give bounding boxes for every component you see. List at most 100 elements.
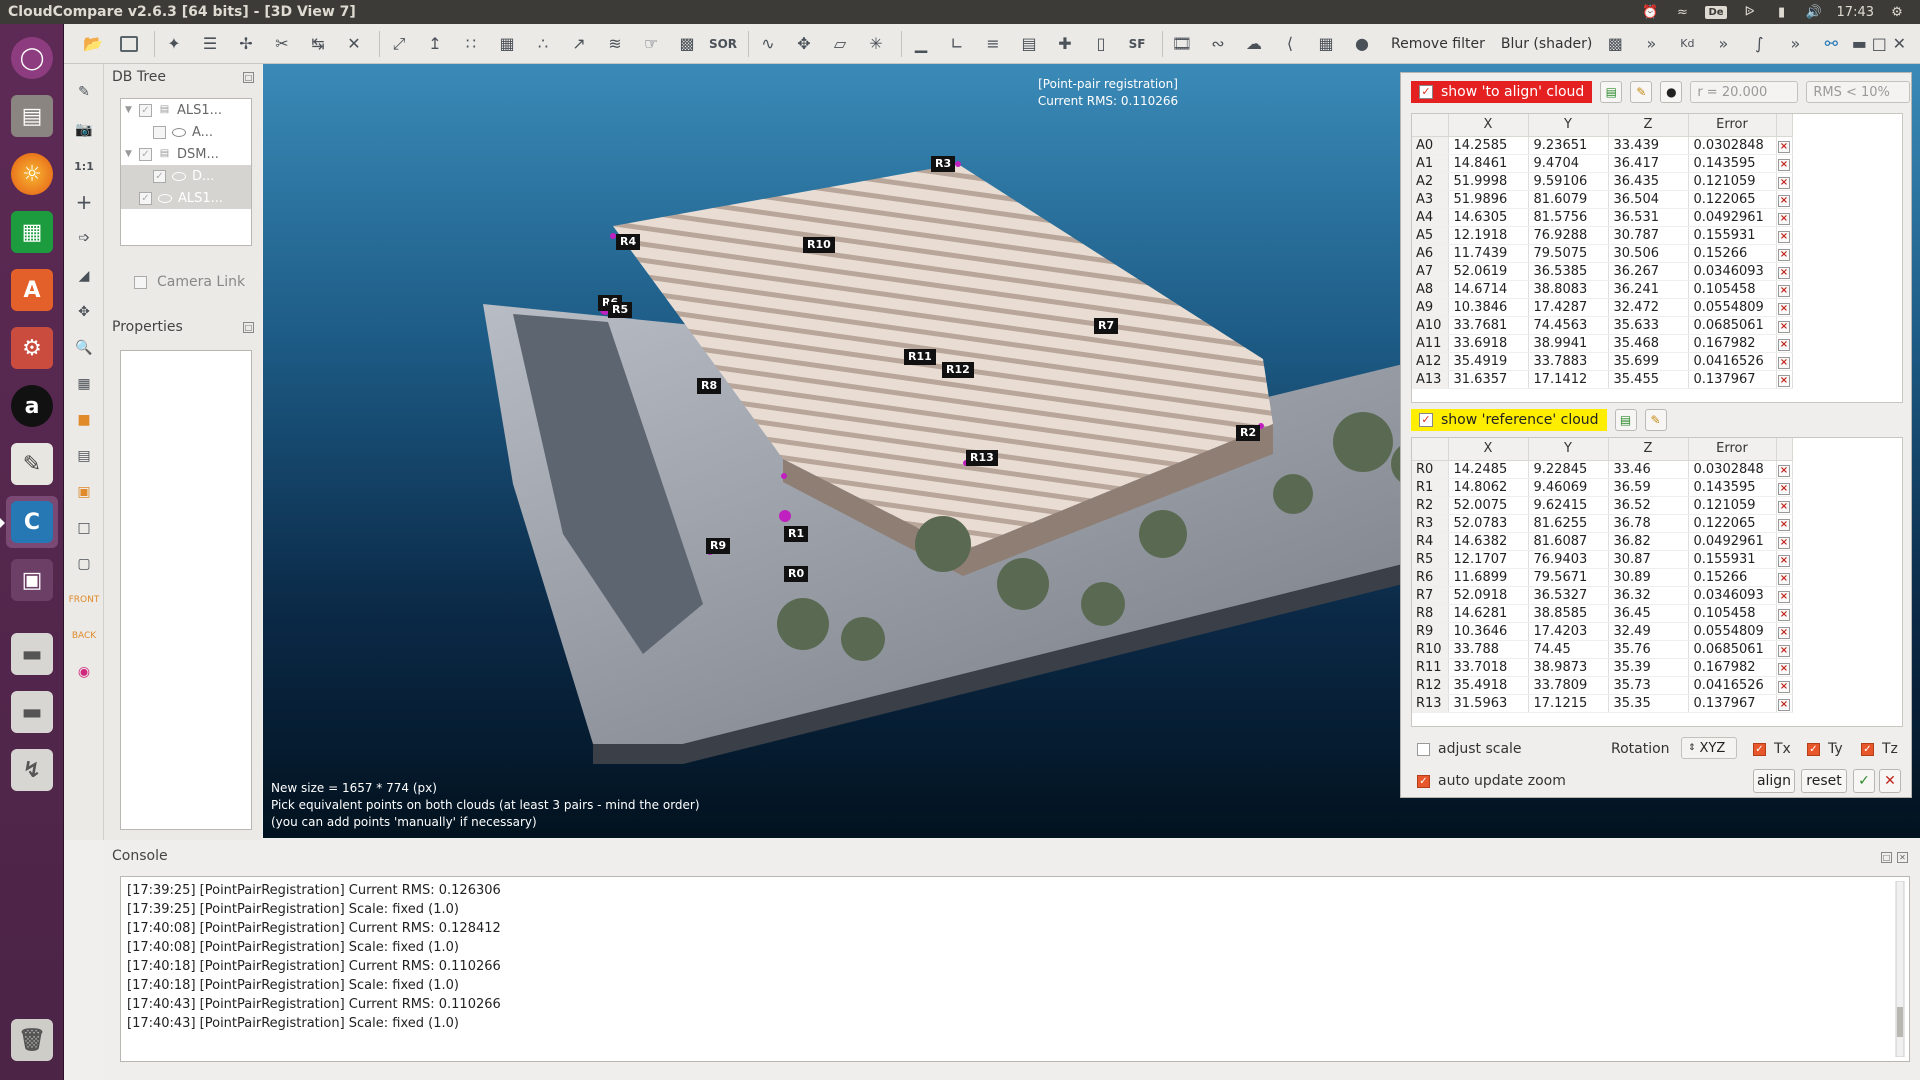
remove-point-icon[interactable]: × [1778,230,1790,243]
remove-point-icon[interactable]: × [1778,140,1790,153]
auto-update-zoom-option[interactable]: ✓ auto update zoom [1417,773,1566,789]
axis-icon[interactable]: ✳ [861,29,891,59]
row-header[interactable]: R6 [1412,568,1449,587]
table-row[interactable]: R0 14.2485 9.22845 33.46 0.0302848 × [1412,460,1793,479]
row-header[interactable]: A8 [1412,280,1449,299]
row-header[interactable]: A7 [1412,262,1449,281]
one-to-one-icon[interactable]: 1:1 [72,154,96,178]
visibility-checkbox[interactable] [153,125,166,139]
curve-icon[interactable]: ∿ [753,29,783,59]
align-points-table[interactable]: X Y Z Error A0 14.2585 9.23651 33.439 0.0302… [1411,113,1903,403]
table-row[interactable]: A8 14.6714 38.8083 36.241 0.105458 × [1412,280,1793,299]
show-reference-checkbox[interactable]: ✓ [1419,413,1433,427]
view-left-icon[interactable]: ▤ [72,444,96,468]
plane-icon[interactable]: ▱ [825,29,855,59]
table-row[interactable]: R8 14.6281 38.8585 36.45 0.105458 × [1412,604,1793,623]
kd-icon[interactable]: Kd [1672,29,1702,59]
row-header[interactable]: A4 [1412,208,1449,227]
pointer-icon[interactable]: ☞ [636,29,666,59]
row-header[interactable]: A10 [1412,316,1449,335]
add-sf-icon[interactable]: ✚ [1050,29,1080,59]
tz-option[interactable]: ✓ Tz [1861,741,1898,757]
table-row[interactable]: R4 14.6382 81.6087 36.82 0.0492961 × [1412,532,1793,551]
panel-close-icon[interactable]: ✕ [1897,852,1908,863]
launcher-calc[interactable]: ▦ [6,206,58,258]
remove-point-icon[interactable]: × [1778,464,1790,477]
alarm-clock-icon[interactable]: ⏰ [1641,3,1659,21]
bracket-icon[interactable]: ⟨ [1275,29,1305,59]
table-row[interactable]: R3 52.0783 81.6255 36.78 0.122065 × [1412,514,1793,533]
auto-update-zoom-checkbox[interactable]: ✓ [1417,774,1430,788]
remove-point-icon[interactable]: × [1778,644,1790,657]
close-icon[interactable]: ✕ [1892,29,1906,59]
blur-shader-button[interactable]: Blur (shader) [1493,36,1601,52]
open-icon[interactable]: 📂 [78,29,108,59]
save-icon[interactable] [114,29,144,59]
panel-float-icon[interactable]: □ [1881,852,1892,863]
adjust-scale-option[interactable]: adjust scale [1417,741,1522,757]
view-top-icon[interactable]: ▦ [72,372,96,396]
tree-item[interactable]: ✓ D... [121,165,251,187]
table-row[interactable]: A2 51.9998 9.59106 36.435 0.121059 × [1412,172,1793,191]
remove-point-icon[interactable]: × [1778,320,1790,333]
row-header[interactable]: A1 [1412,154,1449,173]
sphere-icon[interactable]: ● [1660,81,1683,103]
launcher-dash[interactable]: ◯ [6,32,58,84]
table-row[interactable]: R13 31.5963 17.1215 35.35 0.137967 × [1412,694,1793,713]
cancel-x-icon[interactable]: ✕ [1879,769,1901,793]
row-header[interactable]: R10 [1412,640,1449,659]
remove-point-icon[interactable]: × [1778,698,1790,711]
row-header[interactable]: R4 [1412,532,1449,551]
launcher-drive-2[interactable]: ▬ [6,686,58,738]
back-view-icon[interactable]: BACK [72,624,96,648]
launcher-usb[interactable]: ↯ [6,744,58,796]
remove-point-icon[interactable]: × [1778,338,1790,351]
remove-point-icon[interactable]: × [1778,500,1790,513]
remove-point-icon[interactable]: × [1778,518,1790,531]
tree-item[interactable]: A... [121,121,251,143]
row-header[interactable]: A12 [1412,352,1449,371]
tz-checkbox[interactable]: ✓ [1861,742,1874,756]
show-align-cloud-toggle[interactable]: ✓ show 'to align' cloud [1411,81,1593,103]
row-header[interactable]: R3 [1412,514,1449,533]
launcher-trash[interactable]: 🗑 [6,1014,58,1066]
rms-filter-input[interactable]: RMS < 10% [1806,81,1911,103]
visibility-checkbox[interactable]: ✓ [139,147,152,161]
launcher-firefox[interactable]: ☼ [6,148,58,200]
remove-point-icon[interactable]: × [1778,176,1790,189]
row-header[interactable]: A5 [1412,226,1449,245]
pivot-icon[interactable]: ➩ [72,226,96,250]
row-header[interactable]: A2 [1412,172,1449,191]
table-row[interactable]: A10 33.7681 74.4563 35.633 0.0685061 × [1412,316,1793,335]
gear-icon[interactable]: ⚙ [1888,3,1906,21]
stats-icon[interactable]: ∟ [942,29,972,59]
properties-table[interactable] [120,350,252,830]
table-row[interactable]: R6 11.6899 79.5671 30.89 0.15266 × [1412,568,1793,587]
visibility-checkbox[interactable]: ✓ [139,103,152,117]
cloud-icon[interactable]: ☁ [1239,29,1269,59]
table-row[interactable]: R9 10.3646 17.4203 32.49 0.0554809 × [1412,622,1793,641]
row-header[interactable]: R5 [1412,550,1449,569]
remove-point-icon[interactable]: × [1778,356,1790,369]
rotation-select[interactable]: ⇕ XYZ [1681,737,1737,759]
delete-icon[interactable]: ✕ [339,29,369,59]
table-row[interactable]: R2 52.0075 9.62415 36.52 0.121059 × [1412,496,1793,515]
remove-point-icon[interactable]: × [1778,194,1790,207]
view-front-cube-icon[interactable]: ■ [72,408,96,432]
row-header[interactable]: R9 [1412,622,1449,641]
table-row[interactable]: R11 33.7018 38.9873 35.39 0.167982 × [1412,658,1793,677]
db-tree[interactable]: ▼ ✓ ▤ ALS1... A... ▼ ✓ ▤ DSM... ✓ D... ✓… [120,98,252,246]
collapse-arrow-icon[interactable]: ▼ [125,149,135,159]
table-row[interactable]: R1 14.8062 9.46069 36.59 0.143595 × [1412,478,1793,497]
remove-point-icon[interactable]: × [1778,248,1790,261]
table-row[interactable]: A13 31.6357 17.1412 35.455 0.137967 × [1412,370,1793,389]
remove-point-icon[interactable]: × [1778,158,1790,171]
table-row[interactable]: A11 33.6918 38.9941 35.468 0.167982 × [1412,334,1793,353]
reset-button[interactable]: reset [1801,769,1847,793]
view-right-icon[interactable]: ▣ [72,480,96,504]
tree-item[interactable]: ▼ ✓ ▤ DSM... [121,143,251,165]
minimize-icon[interactable]: ▬ [1852,29,1867,59]
row-header[interactable]: A13 [1412,370,1449,389]
cloud-cloud-icon[interactable]: ≋ [600,29,630,59]
tx-checkbox[interactable]: ✓ [1753,742,1766,756]
